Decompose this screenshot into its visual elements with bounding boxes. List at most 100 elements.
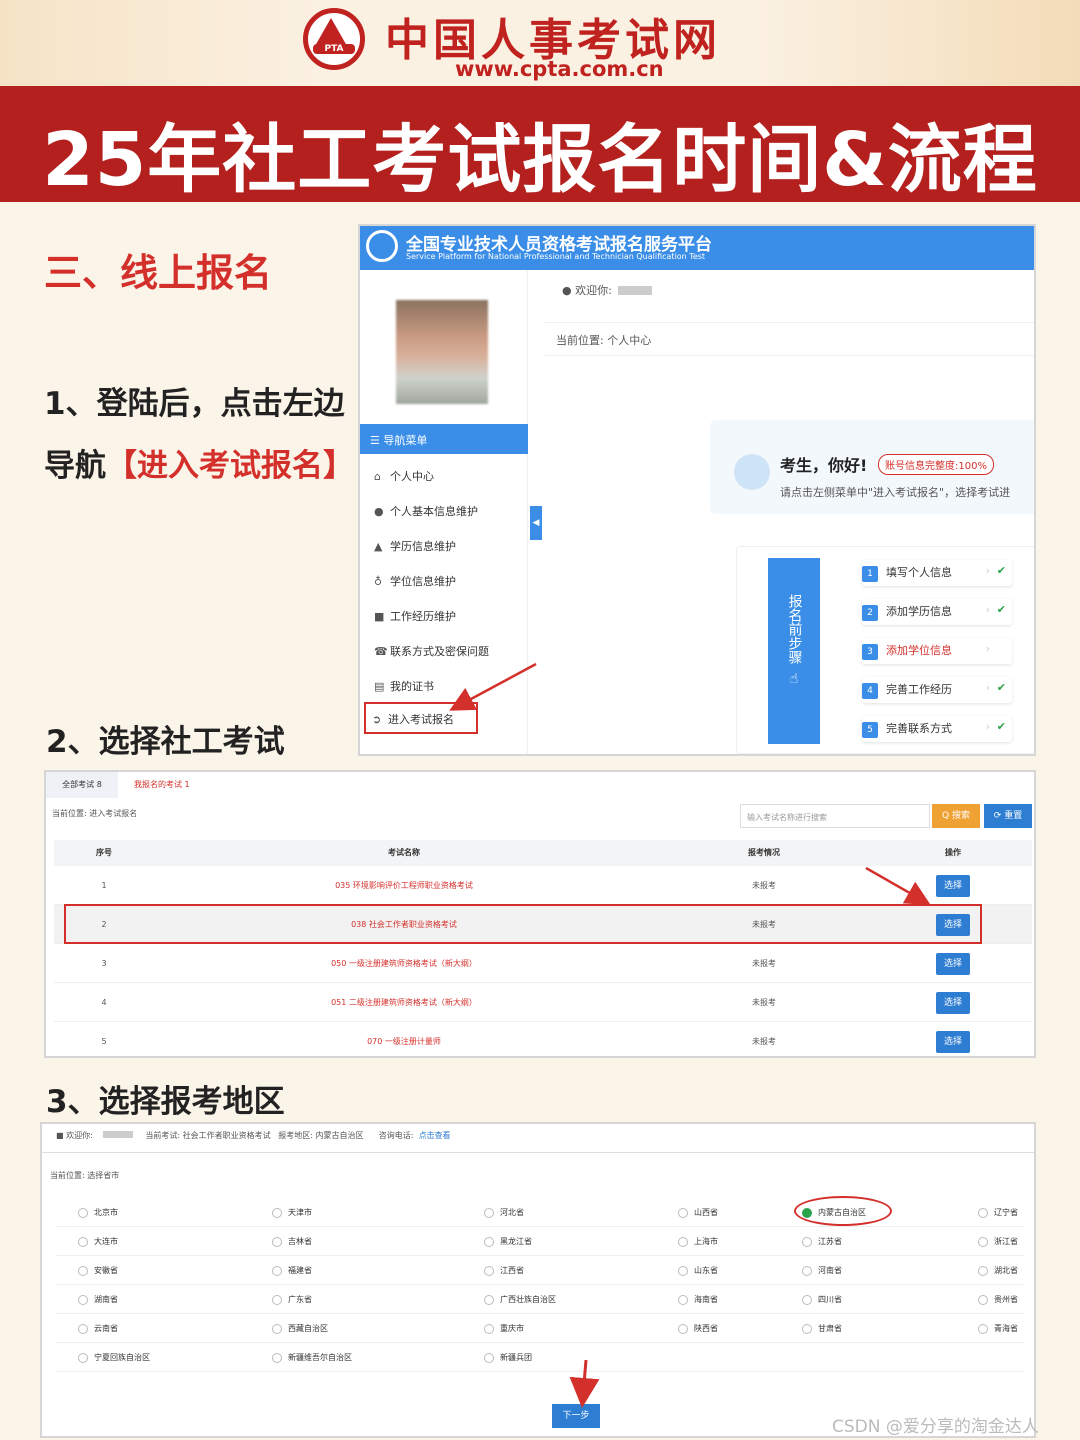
- step-item[interactable]: 5 完善联系方式 › ✔: [862, 716, 1012, 742]
- province-option[interactable]: 新疆兵团: [484, 1343, 532, 1372]
- sidebar-item-contact[interactable]: ☎ 联系方式及密保问题: [374, 643, 524, 659]
- province-option[interactable]: 北京市: [78, 1198, 118, 1227]
- province-option[interactable]: 山东省: [678, 1256, 718, 1285]
- radio-button[interactable]: [678, 1323, 688, 1334]
- province-option[interactable]: 河北省: [484, 1198, 524, 1227]
- tab-all-exams[interactable]: 全部考试 8: [46, 772, 118, 798]
- sidebar-item-certificates[interactable]: ▤ 我的证书: [374, 678, 524, 694]
- radio-button[interactable]: [978, 1294, 988, 1305]
- region-screenshot: ■ 欢迎你: 当前考试: 社会工作者职业资格考试 报考地区: 内蒙古自治区 咨询…: [40, 1122, 1036, 1438]
- radio-button[interactable]: [78, 1207, 88, 1218]
- radio-button[interactable]: [802, 1294, 812, 1305]
- province-option[interactable]: 天津市: [272, 1198, 312, 1227]
- breadcrumb: 当前位置: 进入考试报名: [52, 809, 138, 818]
- province-option[interactable]: 山西省: [678, 1198, 718, 1227]
- radio-button[interactable]: [78, 1265, 88, 1276]
- step-item[interactable]: 2 添加学历信息 › ✔: [862, 599, 1012, 625]
- sidebar-item-work[interactable]: ■ 工作经历维护: [374, 608, 524, 624]
- province-option[interactable]: 江苏省: [802, 1227, 842, 1256]
- next-button[interactable]: 下一步: [552, 1404, 600, 1428]
- sidebar-item-enter-exam[interactable]: ➲ 进入考试报名: [364, 702, 478, 734]
- breadcrumb: 当前位置: 个人中心: [556, 334, 652, 347]
- row-status: 未报考: [752, 998, 776, 1007]
- step-item[interactable]: 3 添加学位信息 ›: [862, 638, 1012, 664]
- step-item[interactable]: 4 完善工作经历 › ✔: [862, 677, 1012, 703]
- province-option[interactable]: 西藏自治区: [272, 1314, 328, 1343]
- radio-button[interactable]: [484, 1207, 494, 1218]
- radio-button[interactable]: [802, 1265, 812, 1276]
- radio-button[interactable]: [484, 1323, 494, 1334]
- radio-button[interactable]: [978, 1236, 988, 1247]
- province-option[interactable]: 辽宁省: [978, 1198, 1018, 1227]
- phone-link[interactable]: 点击查看: [419, 1131, 451, 1140]
- radio-button[interactable]: [802, 1323, 812, 1334]
- province-option[interactable]: 湖南省: [78, 1285, 118, 1314]
- select-button[interactable]: 选择: [936, 1030, 970, 1053]
- radio-button[interactable]: [978, 1323, 988, 1334]
- province-option[interactable]: 上海市: [678, 1227, 718, 1256]
- radio-button[interactable]: [678, 1207, 688, 1218]
- province-option[interactable]: 吉林省: [272, 1227, 312, 1256]
- province-option[interactable]: 江西省: [484, 1256, 524, 1285]
- radio-button[interactable]: [272, 1294, 282, 1305]
- province-option[interactable]: 福建省: [272, 1256, 312, 1285]
- province-option[interactable]: 河南省: [802, 1256, 842, 1285]
- radio-button[interactable]: [978, 1265, 988, 1276]
- radio-button[interactable]: [484, 1236, 494, 1247]
- province-row: 宁夏回族自治区 新疆维吾尔自治区 新疆兵团: [56, 1343, 1024, 1372]
- radio-button[interactable]: [78, 1323, 88, 1334]
- select-button[interactable]: 选择: [936, 874, 970, 897]
- radio-button[interactable]: [484, 1352, 494, 1363]
- row-status: 未报考: [752, 881, 776, 890]
- search-button[interactable]: Q 搜索: [932, 804, 980, 828]
- radio-button[interactable]: [78, 1352, 88, 1363]
- province-option[interactable]: 广西壮族自治区: [484, 1285, 556, 1314]
- radio-button[interactable]: [272, 1236, 282, 1247]
- radio-button[interactable]: [678, 1294, 688, 1305]
- province-option[interactable]: 贵州省: [978, 1285, 1018, 1314]
- radio-button[interactable]: [978, 1207, 988, 1218]
- province-option[interactable]: 湖北省: [978, 1256, 1018, 1285]
- province-option[interactable]: 四川省: [802, 1285, 842, 1314]
- province-option[interactable]: 海南省: [678, 1285, 718, 1314]
- sidebar-item-education[interactable]: ▲ 学历信息维护: [374, 538, 524, 554]
- radio-button[interactable]: [484, 1265, 494, 1276]
- province-option[interactable]: 黑龙江省: [484, 1227, 532, 1256]
- sidebar-item-personal-center[interactable]: ⌂ 个人中心: [374, 468, 524, 484]
- province-option[interactable]: 云南省: [78, 1314, 118, 1343]
- radio-button[interactable]: [272, 1207, 282, 1218]
- radio-button[interactable]: [272, 1352, 282, 1363]
- radio-button[interactable]: [78, 1294, 88, 1305]
- province-option[interactable]: 甘肃省: [802, 1314, 842, 1343]
- sidebar-item-degree[interactable]: ♁ 学位信息维护: [374, 573, 524, 589]
- radio-button[interactable]: [802, 1236, 812, 1247]
- tab-my-exams[interactable]: 我报名的考试 1: [134, 772, 190, 798]
- province-option[interactable]: 青海省: [978, 1314, 1018, 1343]
- radio-button[interactable]: [78, 1236, 88, 1247]
- province-label: 吉林省: [288, 1237, 312, 1246]
- radio-button[interactable]: [272, 1323, 282, 1334]
- select-button[interactable]: 选择: [936, 952, 970, 975]
- sidebar-item-label: 我的证书: [390, 680, 434, 693]
- province-option[interactable]: 大连市: [78, 1227, 118, 1256]
- province-option[interactable]: 宁夏回族自治区: [78, 1343, 150, 1372]
- radio-button[interactable]: [484, 1294, 494, 1305]
- province-option[interactable]: 广东省: [272, 1285, 312, 1314]
- radio-button[interactable]: [272, 1265, 282, 1276]
- collapse-sidebar-button[interactable]: ◀: [530, 506, 542, 540]
- sidebar-item-basic-info[interactable]: ● 个人基本信息维护: [374, 503, 524, 519]
- search-input[interactable]: 输入考试名称进行搜索: [740, 804, 930, 828]
- province-option[interactable]: 重庆市: [484, 1314, 524, 1343]
- province-option[interactable]: 新疆维吾尔自治区: [272, 1343, 352, 1372]
- step-item[interactable]: 1 填写个人信息 › ✔: [862, 560, 1012, 586]
- highlight-box: [64, 904, 982, 944]
- reset-button[interactable]: ⟳ 重置: [984, 804, 1032, 828]
- step-number: 3: [862, 644, 878, 660]
- radio-button[interactable]: [678, 1265, 688, 1276]
- province-option[interactable]: 陕西省: [678, 1314, 718, 1343]
- province-option[interactable]: 浙江省: [978, 1227, 1018, 1256]
- province-option[interactable]: 安徽省: [78, 1256, 118, 1285]
- radio-button[interactable]: [678, 1236, 688, 1247]
- step1-text-line2: 导航【进入考试报名】: [44, 440, 354, 485]
- select-button[interactable]: 选择: [936, 991, 970, 1014]
